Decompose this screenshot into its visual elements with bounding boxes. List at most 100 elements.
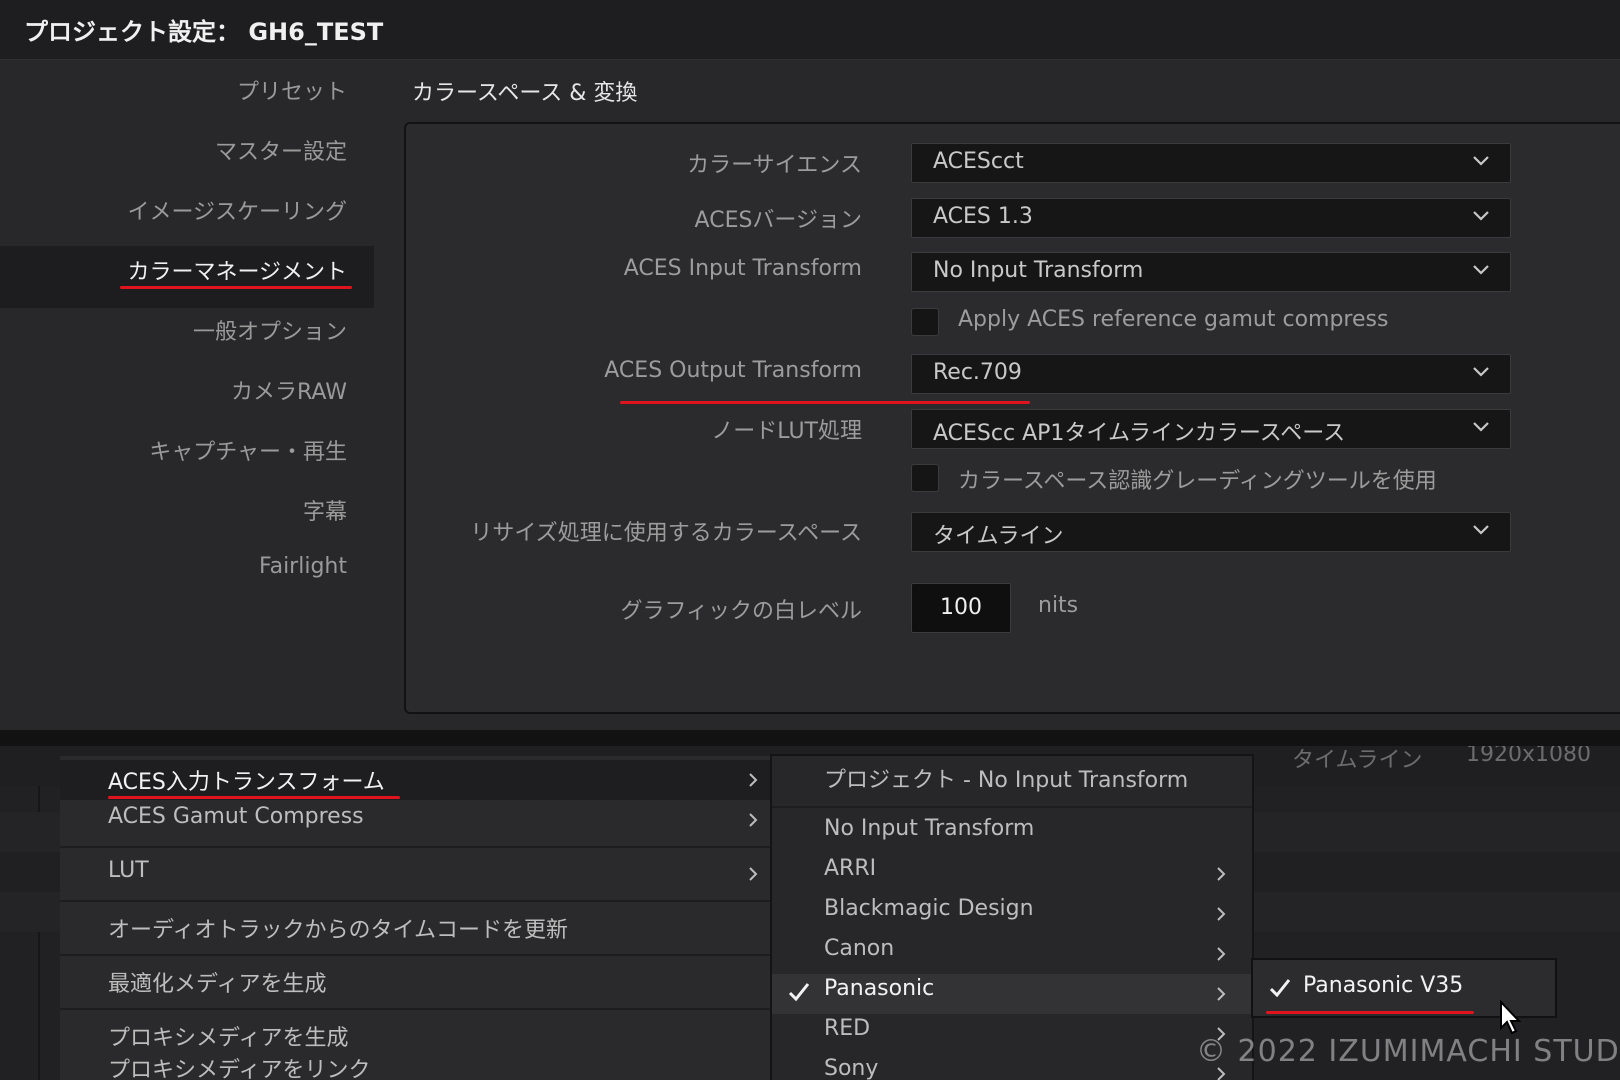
mouse-cursor-icon [1500,1000,1522,1035]
resize-colorspace-value: タイムライン [933,524,1064,549]
sidebar-item-capture-playback[interactable]: キャプチャー・再生 [149,434,347,466]
menu-item-update-timecode[interactable]: オーディオトラックからのタイムコードを更新 [60,908,770,948]
color-aware-tools-label: カラースペース認識グレーディングツールを使用 [958,469,1437,494]
settings-sidebar: プリセット マスター設定 イメージスケーリング カラーマネージメント 一般オプシ… [0,60,374,730]
menu-item-label: ACES入力トランスフォーム [108,770,385,795]
color-management-underline [120,286,352,289]
checkmark-icon [788,983,810,1002]
chevron-down-icon [1473,367,1489,377]
menu-item-aces-input-transform[interactable]: ACES入力トランスフォーム [60,760,770,800]
table-cell: 1920x1080 [1466,746,1591,767]
menu-item-label: 最適化メディアを生成 [108,972,327,997]
submenu-item-arri[interactable]: ARRI [772,854,1252,894]
chevron-right-icon [749,773,758,787]
color-science-label: カラーサイエンス [687,153,862,178]
sidebar-item-fairlight[interactable]: Fairlight [259,554,347,579]
chevron-down-icon [1473,525,1489,535]
sidebar-item-color-management[interactable]: カラーマネージメント [127,254,347,286]
context-menu: ACES入力トランスフォーム ACES Gamut Compress LUT オ… [60,756,770,1080]
chevron-down-icon [1473,156,1489,166]
panasonic-v35-underline [1266,1011,1474,1014]
window-title: プロジェクト設定： GH6_TEST [24,18,384,46]
aces-output-transform-dropdown[interactable]: Rec.709 [911,354,1511,394]
graphics-white-unit: nits [1038,593,1079,618]
menu-separator [60,1008,770,1010]
project-settings-panel: プリセット マスター設定 イメージスケーリング カラーマネージメント 一般オプシ… [0,60,1620,730]
submenu-item-sony[interactable]: Sony [772,1054,1252,1080]
menu-separator [60,846,770,848]
sidebar-item-image-scaling[interactable]: イメージスケーリング [127,194,347,226]
color-aware-tools-checkbox[interactable] [911,464,939,492]
submenu-item-blackmagic[interactable]: Blackmagic Design [772,894,1252,934]
aces-version-label: ACESバージョン [694,208,862,233]
menu-item-label: ACES Gamut Compress [108,804,364,829]
section-title: カラースペース & 変換 [412,81,638,106]
menu-item-label: ARRI [824,856,877,881]
chevron-down-icon [1473,211,1489,221]
output-transform-underline [620,401,1030,404]
aces-output-transform-label: ACES Output Transform [604,358,862,383]
table-cell: タイムライン [1292,748,1423,773]
menu-item-label: Blackmagic Design [824,896,1034,921]
menu-item-label: No Input Transform [824,816,1035,841]
submenu-item-red[interactable]: RED [772,1014,1252,1054]
resize-colorspace-label: リサイズ処理に使用するカラースペース [470,521,862,546]
menu-item-aces-gamut-compress[interactable]: ACES Gamut Compress [60,800,770,840]
input-transform-submenu: プロジェクト - No Input Transform No Input Tra… [770,754,1254,1080]
submenu-item-project-default[interactable]: プロジェクト - No Input Transform [772,760,1252,800]
menu-separator [772,806,1252,808]
node-lut-value: ACEScc AP1タイムラインカラースペース [933,421,1346,446]
chevron-right-icon [1217,907,1226,921]
menu-item-label: RED [824,1016,871,1041]
chevron-down-icon [1473,265,1489,275]
chevron-right-icon [1217,987,1226,1001]
aces-input-transform-label: ACES Input Transform [623,256,862,281]
menu-item-label: Panasonic [824,976,935,1001]
submenu-item-no-input-transform[interactable]: No Input Transform [772,814,1252,854]
chevron-down-icon [1473,422,1489,432]
menu-item-label: Sony [824,1056,879,1080]
menu-item-label: オーディオトラックからのタイムコードを更新 [108,918,569,943]
watermark-text: © 2022 IZUMIMACHI STUDIO [1196,1034,1620,1069]
menu-item-label: プロキシメディアをリンク [108,1058,371,1080]
aces-input-transform-value: No Input Transform [933,258,1144,283]
sidebar-item-presets[interactable]: プリセット [237,74,347,106]
gamut-compress-checkbox[interactable] [911,308,939,336]
menu-separator [60,900,770,902]
chevron-right-icon [1217,947,1226,961]
submenu-item-panasonic-v35[interactable]: Panasonic V35 [1303,973,1463,998]
checkmark-icon [1269,979,1291,998]
menu-separator [60,954,770,956]
color-science-value: ACEScct [933,149,1024,174]
node-lut-label: ノードLUT処理 [711,419,862,444]
menu-item-generate-optimized-media[interactable]: 最適化メディアを生成 [60,962,770,1002]
sidebar-item-general-options[interactable]: 一般オプション [193,314,347,346]
chevron-right-icon [749,813,758,827]
submenu-item-panasonic[interactable]: Panasonic [772,974,1252,1014]
chevron-right-icon [1217,867,1226,881]
screenshot-divider [0,730,1620,746]
color-science-dropdown[interactable]: ACEScct [911,143,1511,183]
node-lut-dropdown[interactable]: ACEScc AP1タイムラインカラースペース [911,409,1511,449]
chevron-right-icon [749,867,758,881]
aces-version-dropdown[interactable]: ACES 1.3 [911,198,1511,238]
aces-version-value: ACES 1.3 [933,204,1033,229]
menu-item-link-proxy-media[interactable]: プロキシメディアをリンク [60,1048,770,1080]
graphics-white-label: グラフィックの白レベル [620,599,862,624]
sidebar-item-camera-raw[interactable]: カメラRAW [231,374,347,406]
sidebar-item-subtitles[interactable]: 字幕 [303,494,347,526]
window-title-bar: プロジェクト設定： GH6_TEST [0,0,1620,60]
submenu-item-canon[interactable]: Canon [772,934,1252,974]
gamut-compress-label: Apply ACES reference gamut compress [958,307,1389,332]
aces-input-transform-dropdown[interactable]: No Input Transform [911,252,1511,292]
menu-item-label: Canon [824,936,895,961]
menu-item-label: プロジェクト - No Input Transform [824,768,1189,793]
menu-item-label: LUT [108,858,149,883]
resize-colorspace-dropdown[interactable]: タイムライン [911,512,1511,552]
menu-item-lut[interactable]: LUT [60,854,770,894]
media-pool-area: タイムライン 1920x1080 ACES入力トランスフォーム ACES Gam… [0,746,1620,1080]
aces-output-transform-value: Rec.709 [933,360,1022,385]
aces-input-transform-underline [108,796,400,799]
graphics-white-input[interactable]: 100 [911,583,1011,633]
sidebar-item-master-settings[interactable]: マスター設定 [215,134,347,166]
